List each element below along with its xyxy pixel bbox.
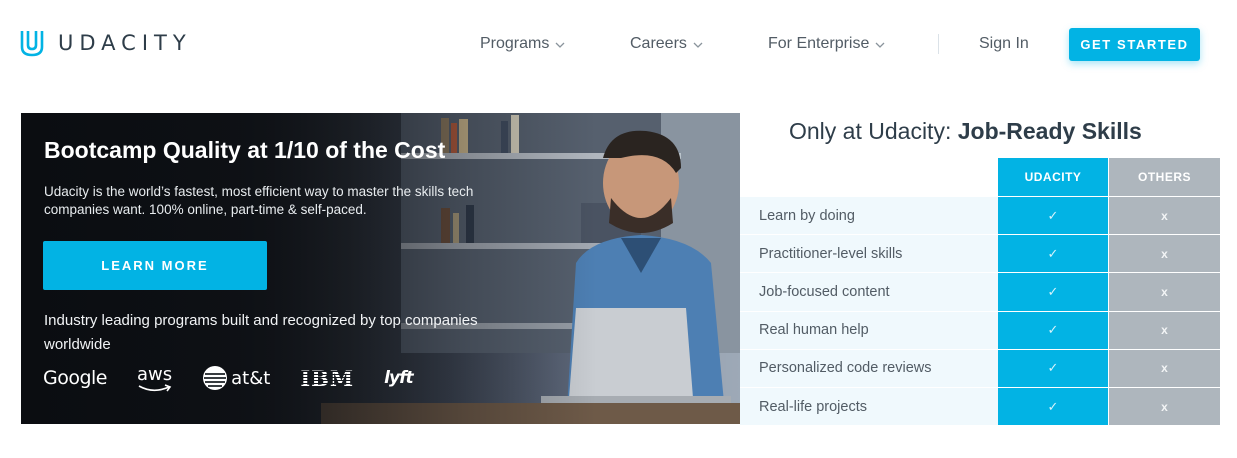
comparison-table: UDACITY OTHERS Learn by doing ✓ x Practi…	[740, 158, 1220, 426]
check-icon: ✓	[998, 349, 1109, 387]
x-icon: x	[1109, 235, 1220, 273]
aws-logo-text: aws	[137, 363, 173, 385]
aws-logo: aws	[137, 363, 173, 391]
table-row: Learn by doing ✓ x	[740, 196, 1220, 235]
nav-careers[interactable]: Careers	[630, 35, 703, 53]
table-row: Personalized code reviews ✓ x	[740, 348, 1220, 387]
x-icon: x	[1109, 387, 1220, 426]
comparison-table-header: UDACITY OTHERS	[740, 158, 1220, 196]
att-logo-text: at&t	[231, 367, 271, 389]
partner-logos: Google aws at&t IBM lyft	[43, 363, 443, 391]
nav-programs[interactable]: Programs	[480, 35, 565, 53]
x-icon: x	[1109, 197, 1220, 235]
check-icon: ✓	[998, 387, 1109, 426]
check-icon: ✓	[998, 311, 1109, 349]
nav-divider	[938, 34, 939, 54]
x-icon: x	[1109, 349, 1220, 387]
row-label: Job-focused content	[740, 273, 998, 311]
google-logo: Google	[43, 367, 108, 389]
x-icon: x	[1109, 273, 1220, 311]
chevron-down-icon	[555, 42, 565, 48]
check-icon: ✓	[998, 197, 1109, 235]
table-row: Job-focused content ✓ x	[740, 272, 1220, 311]
column-udacity: UDACITY	[998, 158, 1109, 196]
row-label: Real human help	[740, 311, 998, 349]
row-label: Personalized code reviews	[740, 349, 998, 387]
column-others: OTHERS	[1109, 158, 1220, 196]
hero-banner: Bootcamp Quality at 1/10 of the Cost Uda…	[21, 113, 740, 424]
aws-smile-icon	[138, 383, 172, 391]
row-label: Real-life projects	[740, 387, 998, 426]
table-row: Real human help ✓ x	[740, 310, 1220, 349]
chevron-down-icon	[693, 42, 703, 48]
x-icon: x	[1109, 311, 1220, 349]
hero-title: Bootcamp Quality at 1/10 of the Cost	[44, 137, 446, 163]
check-icon: ✓	[998, 235, 1109, 273]
check-icon: ✓	[998, 273, 1109, 311]
learn-more-button[interactable]: LEARN MORE	[43, 241, 267, 290]
att-globe-icon	[203, 366, 228, 390]
lyft-logo: lyft	[384, 368, 413, 388]
row-label: Learn by doing	[740, 197, 998, 235]
hero-subtitle: Udacity is the world’s fastest, most eff…	[44, 184, 474, 217]
udacity-logo-icon	[20, 31, 44, 57]
header-spacer	[740, 158, 998, 196]
comparison-heading-prefix: Only at Udacity:	[789, 118, 958, 144]
table-row: Real-life projects ✓ x	[740, 386, 1220, 426]
nav-careers-label: Careers	[630, 35, 687, 52]
comparison-heading-bold: Job-Ready Skills	[957, 118, 1142, 144]
logo-wordmark: UDACITY	[58, 31, 192, 55]
row-label: Practitioner-level skills	[740, 235, 998, 273]
ibm-logo: IBM	[300, 365, 355, 391]
udacity-logo[interactable]: UDACITY	[20, 29, 192, 57]
get-started-button[interactable]: GET STARTED	[1069, 28, 1200, 61]
partners-text: Industry leading programs built and reco…	[44, 312, 478, 353]
att-logo: at&t	[202, 365, 270, 391]
sign-in-link[interactable]: Sign In	[979, 35, 1029, 53]
comparison-heading: Only at Udacity: Job-Ready Skills	[789, 118, 1142, 145]
nav-programs-label: Programs	[480, 35, 550, 52]
chevron-down-icon	[875, 42, 885, 48]
nav-enterprise[interactable]: For Enterprise	[768, 35, 885, 53]
nav-enterprise-label: For Enterprise	[768, 35, 870, 52]
table-row: Practitioner-level skills ✓ x	[740, 234, 1220, 273]
